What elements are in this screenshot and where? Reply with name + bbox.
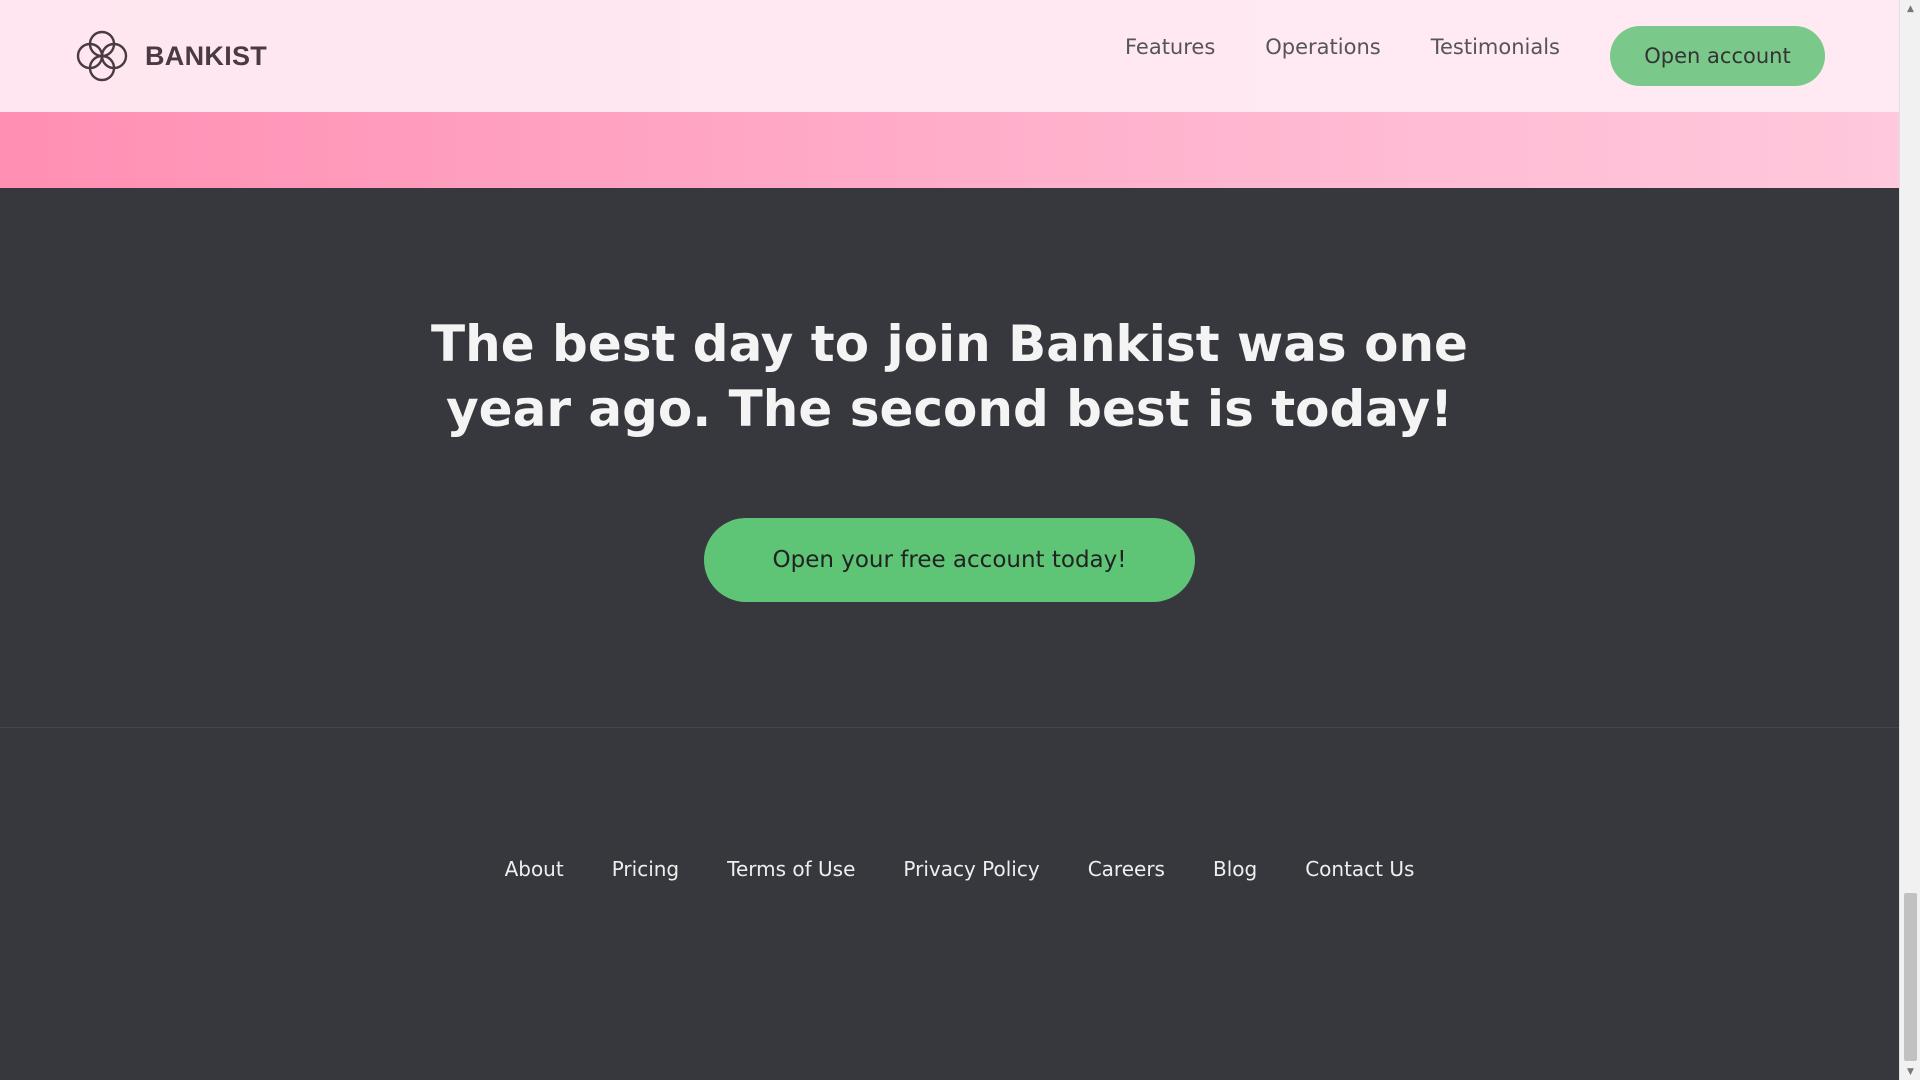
footer-nav: About Pricing Terms of Use Privacy Polic… xyxy=(0,857,1899,881)
nav-link-features[interactable]: Features xyxy=(1125,35,1215,59)
signup-title: The best day to join Bankist was one yea… xyxy=(0,312,1899,442)
logo-text: BANKIST xyxy=(145,40,268,71)
footer-link-privacy[interactable]: Privacy Policy xyxy=(903,857,1039,881)
scroll-down-icon[interactable]: ▼ xyxy=(1900,1063,1920,1080)
page: BANKIST Features Operations Testimonials… xyxy=(0,0,1899,1080)
open-account-button[interactable]: Open account xyxy=(1610,26,1825,86)
scrollbar-thumb[interactable] xyxy=(1904,893,1917,1061)
footer-link-blog[interactable]: Blog xyxy=(1213,857,1257,881)
footer-link-careers[interactable]: Careers xyxy=(1088,857,1165,881)
scroll-up-icon[interactable]: ▲ xyxy=(1900,0,1920,17)
footer-link-pricing[interactable]: Pricing xyxy=(612,857,679,881)
vertical-scrollbar[interactable]: ▲ ▼ xyxy=(1899,0,1920,1080)
signup-section: The best day to join Bankist was one yea… xyxy=(0,188,1899,728)
logo-icon xyxy=(76,30,128,82)
signup-title-line-2: year ago. The second best is today! xyxy=(446,380,1453,438)
footer-link-terms[interactable]: Terms of Use xyxy=(727,857,855,881)
nav-link-operations[interactable]: Operations xyxy=(1265,35,1380,59)
site-header: BANKIST Features Operations Testimonials… xyxy=(0,0,1899,112)
footer-link-contact[interactable]: Contact Us xyxy=(1305,857,1414,881)
main-nav: Features Operations Testimonials Open ac… xyxy=(1125,26,1825,86)
footer-link-about[interactable]: About xyxy=(505,857,564,881)
open-free-account-button[interactable]: Open your free account today! xyxy=(704,518,1195,602)
nav-link-testimonials[interactable]: Testimonials xyxy=(1431,35,1560,59)
logo[interactable]: BANKIST xyxy=(73,27,267,85)
signup-title-line-1: The best day to join Bankist was one xyxy=(431,315,1468,373)
